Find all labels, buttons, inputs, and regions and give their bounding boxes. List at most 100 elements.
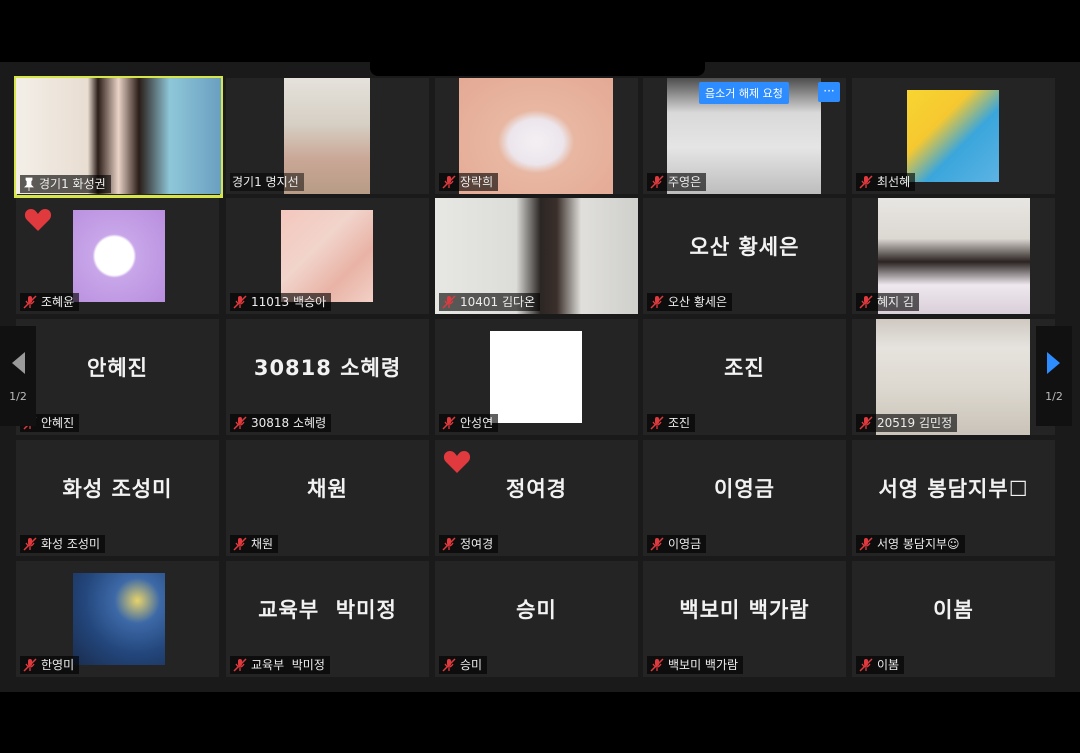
- participant-tile[interactable]: 음소거 해제 요청 ··· 주영은: [643, 78, 846, 194]
- mic-muted-icon: [649, 658, 665, 672]
- mic-muted-icon: [858, 175, 874, 189]
- participant-tile[interactable]: 최선혜: [852, 78, 1055, 194]
- participant-tile[interactable]: 조진 조진: [643, 319, 846, 435]
- mic-muted-icon: [649, 295, 665, 309]
- participant-display-name: 백보미 백가람: [679, 598, 810, 622]
- request-unmute-button[interactable]: 음소거 해제 요청: [699, 82, 789, 104]
- top-toolbar-handle[interactable]: [370, 62, 705, 76]
- next-page-button[interactable]: 1/2: [1036, 326, 1072, 426]
- mic-muted-icon: [232, 416, 248, 430]
- participant-display-name: 오산 황세은: [689, 235, 800, 259]
- participant-tile[interactable]: 이영금 이영금: [643, 440, 846, 556]
- participant-display-name: 이봄: [933, 598, 974, 622]
- mic-muted-icon: [232, 658, 248, 672]
- participant-name-label: 조혜윤: [20, 293, 80, 311]
- participant-tile[interactable]: 안성연: [435, 319, 638, 435]
- mic-muted-icon: [649, 416, 665, 430]
- mic-muted-icon: [22, 537, 38, 551]
- participant-name-label: 경기1 화성권: [20, 175, 111, 193]
- participant-name-label: 주영은: [647, 173, 707, 191]
- participant-tile[interactable]: 오산 황세은 오산 황세은: [643, 198, 846, 314]
- participant-name-label: 안성연: [439, 414, 499, 432]
- participant-name-label: 30818 소혜령: [230, 414, 332, 432]
- participant-tile[interactable]: 30818 소혜령 30818 소혜령: [226, 319, 429, 435]
- previous-page-button[interactable]: 1/2: [0, 326, 36, 426]
- mic-muted-icon: [22, 295, 38, 309]
- mic-muted-icon: [22, 658, 38, 672]
- participant-name-label: 이봄: [856, 656, 905, 674]
- participant-name-label: 교육부 박미정: [230, 656, 330, 674]
- participant-name-label: 장락희: [439, 173, 499, 191]
- participant-display-name: 이영금: [714, 477, 775, 501]
- mic-muted-icon: [858, 295, 874, 309]
- mic-muted-icon: [441, 416, 457, 430]
- mic-muted-icon: [649, 537, 665, 551]
- page-indicator: 1/2: [9, 389, 27, 403]
- participant-video: [73, 210, 165, 302]
- participant-tile[interactable]: 교육부 박미정 교육부 박미정: [226, 561, 429, 677]
- mic-muted-icon: [441, 175, 457, 189]
- participant-display-name: 채원: [307, 477, 348, 501]
- mic-muted-icon: [858, 658, 874, 672]
- participant-tile[interactable]: 백보미 백가람 백보미 백가람: [643, 561, 846, 677]
- mic-muted-icon: [232, 295, 248, 309]
- participant-tile[interactable]: 혜지 김: [852, 198, 1055, 314]
- participant-tile[interactable]: 서영 봉담지부☐ 서영 봉담지부☺: [852, 440, 1055, 556]
- participant-video: [73, 573, 165, 665]
- mic-muted-icon: [232, 537, 248, 551]
- participant-display-name: 승미: [516, 598, 557, 622]
- participant-name-label: 승미: [439, 656, 488, 674]
- participant-tile[interactable]: 20519 김민정: [852, 319, 1055, 435]
- pin-icon: [24, 177, 34, 191]
- participant-name-label: 정여경: [439, 535, 499, 553]
- participant-name-label: 10401 김다온: [439, 293, 541, 311]
- participant-name-label: 화성 조성미: [20, 535, 106, 553]
- participant-display-name: 서영 봉담지부☐: [878, 477, 1029, 501]
- mic-muted-icon: [441, 658, 457, 672]
- participant-tile[interactable]: 안혜진 안혜진: [16, 319, 219, 435]
- participant-name-label: 이영금: [647, 535, 707, 553]
- participant-tile[interactable]: 10401 김다온: [435, 198, 638, 314]
- participant-display-name: 교육부 박미정: [258, 598, 397, 622]
- participant-tile[interactable]: 11013 백승아: [226, 198, 429, 314]
- participant-tile[interactable]: 승미 승미: [435, 561, 638, 677]
- mic-muted-icon: [441, 295, 457, 309]
- participant-name-label: 한영미: [20, 656, 80, 674]
- chevron-right-icon: [1047, 351, 1060, 374]
- participant-video: [907, 90, 999, 182]
- chevron-left-icon: [12, 351, 25, 374]
- mic-muted-icon: [441, 537, 457, 551]
- participant-tile[interactable]: 한영미: [16, 561, 219, 677]
- participant-name-label: 20519 김민정: [856, 414, 958, 432]
- participant-display-name: 화성 조성미: [62, 477, 173, 501]
- participant-video: [281, 210, 373, 302]
- participant-name-label: 11013 백승아: [230, 293, 332, 311]
- participant-display-name: 정여경: [506, 477, 567, 501]
- page-indicator: 1/2: [1045, 389, 1063, 403]
- participant-tile-active-speaker[interactable]: 경기1 화성권: [14, 76, 223, 198]
- participant-display-name: 안혜진: [87, 356, 148, 380]
- heart-reaction-icon: [24, 208, 52, 232]
- participant-tile[interactable]: 이봄 이봄: [852, 561, 1055, 677]
- participant-name-label: 백보미 백가람: [647, 656, 744, 674]
- participant-tile[interactable]: 정여경 정여경: [435, 440, 638, 556]
- more-options-button[interactable]: ···: [818, 82, 840, 102]
- mic-muted-icon: [858, 537, 874, 551]
- participant-tile[interactable]: 채원 채원: [226, 440, 429, 556]
- participant-name-label: 경기1 명지선: [230, 173, 304, 191]
- participant-name-label: 최선혜: [856, 173, 916, 191]
- mic-muted-icon: [649, 175, 665, 189]
- participant-name-label: 채원: [230, 535, 279, 553]
- participant-name-label: 조진: [647, 414, 696, 432]
- participant-video: [490, 331, 582, 423]
- participant-display-name: 30818 소혜령: [253, 356, 402, 380]
- participant-name-label: 오산 황세은: [647, 293, 733, 311]
- participant-name-label: 혜지 김: [856, 293, 919, 311]
- participant-name-label: 서영 봉담지부☺: [856, 535, 965, 553]
- participant-tile[interactable]: 장락희: [435, 78, 638, 194]
- participant-tile[interactable]: 화성 조성미 화성 조성미: [16, 440, 219, 556]
- participant-tile[interactable]: 조혜윤: [16, 198, 219, 314]
- participant-display-name: 조진: [724, 356, 765, 380]
- mic-muted-icon: [858, 416, 874, 430]
- participant-tile[interactable]: 경기1 명지선: [226, 78, 429, 194]
